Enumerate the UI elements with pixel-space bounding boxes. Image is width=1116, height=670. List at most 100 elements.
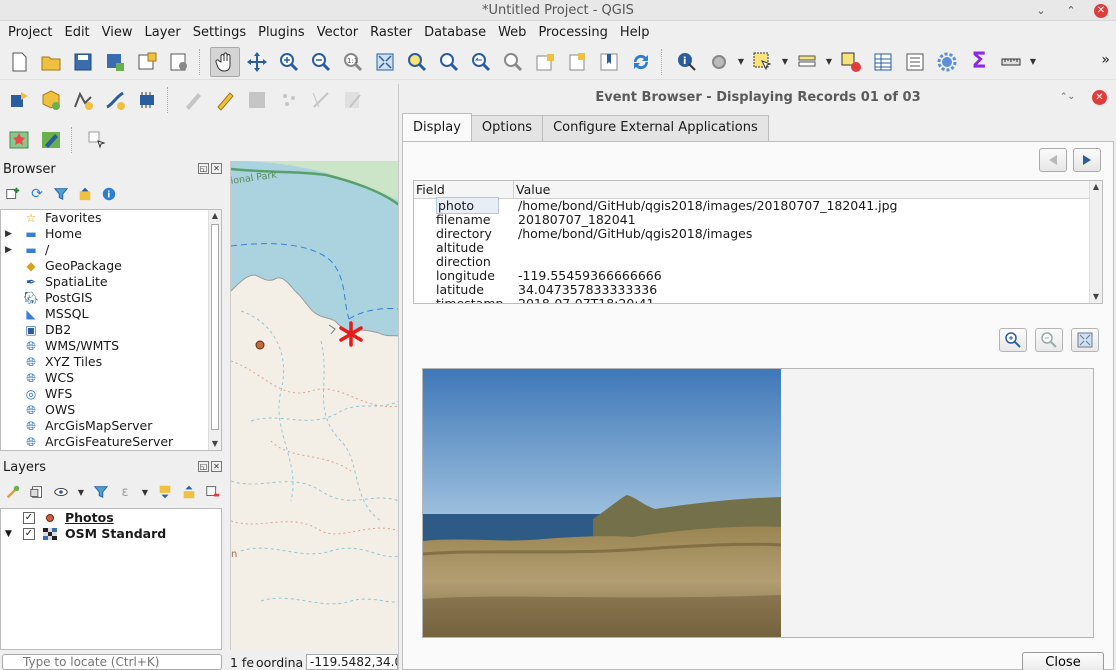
scroll-thumb[interactable]: [211, 224, 219, 430]
statistical-summary-icon[interactable]: Σ: [964, 47, 994, 77]
new-virtual-layer-icon[interactable]: [132, 85, 162, 115]
close-panel-icon[interactable]: ✕: [211, 461, 222, 472]
modify-attributes-icon[interactable]: [338, 85, 368, 115]
deselect-features-icon[interactable]: [836, 47, 866, 77]
restore-icon[interactable]: ⌃⌄: [1060, 84, 1075, 111]
tab-display[interactable]: Display: [402, 113, 472, 141]
browser-item-wfs[interactable]: ◎ WFS: [1, 386, 221, 402]
browser-item-arcgisfeatureserver[interactable]: 🌐︎ ArcGisFeatureServer: [1, 434, 221, 450]
save-layer-edits-icon[interactable]: [242, 85, 272, 115]
new-map-view-icon[interactable]: [530, 47, 560, 77]
layer-visibility-checkbox[interactable]: ✓: [23, 512, 35, 524]
next-record-button[interactable]: [1073, 148, 1101, 172]
browser-tree[interactable]: ☆ Favorites ▶ ▬ Home ▶ ▬ / ◆ GeoPackage ✒ SpatiaLit…: [0, 209, 222, 451]
remove-layer-icon[interactable]: [204, 483, 222, 501]
value-column-header[interactable]: Value: [514, 181, 1102, 198]
close-icon[interactable]: ✕: [1094, 3, 1108, 18]
filter-expression-icon[interactable]: ε: [116, 483, 134, 501]
layout-manager-icon[interactable]: [164, 47, 194, 77]
new-project-icon[interactable]: [4, 47, 34, 77]
table-row[interactable]: latitude 34.047357833333336: [414, 283, 1102, 297]
refresh-icon[interactable]: ⟳: [28, 185, 46, 203]
open-project-icon[interactable]: [36, 47, 66, 77]
zoom-in-icon[interactable]: [274, 47, 304, 77]
scroll-up-icon[interactable]: ▲: [209, 210, 221, 222]
zoom-last-icon[interactable]: [466, 47, 496, 77]
chevron-down-icon[interactable]: ▼: [140, 488, 150, 497]
evis-event-browser-icon[interactable]: [36, 125, 66, 155]
table-row[interactable]: photo/home/bond/GitHub/qgis2018/images/2…: [414, 197, 1102, 214]
select-by-value-icon[interactable]: [792, 47, 822, 77]
run-action-icon[interactable]: [704, 47, 734, 77]
chevron-down-icon[interactable]: ▼: [1028, 57, 1038, 66]
close-panel-icon[interactable]: ✕: [211, 163, 222, 174]
locator-search-input[interactable]: [2, 654, 222, 670]
zoom-next-icon[interactable]: [498, 47, 528, 77]
photo-viewer[interactable]: [422, 368, 1094, 638]
table-row[interactable]: filename 20180707_182041: [414, 213, 1102, 227]
table-row[interactable]: altitude: [414, 241, 1102, 255]
menu-edit[interactable]: Edit: [58, 23, 95, 43]
new-print-layout-icon[interactable]: [132, 47, 162, 77]
chevron-down-icon[interactable]: ▼: [736, 57, 746, 66]
attribute-table[interactable]: Field Value photo/home/bond/GitHub/qgis2…: [413, 180, 1103, 304]
attribute-table-icon[interactable]: [868, 47, 898, 77]
collapse-all-icon[interactable]: [76, 185, 94, 203]
table-row[interactable]: directory/home/bond/GitHub/qgis2018/imag…: [414, 227, 1102, 241]
table-scrollbar[interactable]: ▲ ▼: [1089, 181, 1102, 303]
maximize-icon[interactable]: ⌃: [1064, 4, 1078, 18]
collapse-all-icon[interactable]: [180, 483, 198, 501]
browser-item-wcs[interactable]: 🌐︎ WCS: [1, 370, 221, 386]
new-spatialite-layer-icon[interactable]: [100, 85, 130, 115]
menu-layer[interactable]: Layer: [139, 23, 187, 43]
data-source-manager-icon[interactable]: [4, 85, 34, 115]
toggle-editing-icon[interactable]: [210, 85, 240, 115]
manage-visibility-icon[interactable]: [52, 483, 70, 501]
menu-plugins[interactable]: Plugins: [252, 23, 311, 43]
select-features-icon[interactable]: [748, 47, 778, 77]
minimize-icon[interactable]: ⌄: [1034, 4, 1048, 18]
field-calculator-icon[interactable]: [900, 47, 930, 77]
browser-item-wms-wmts[interactable]: 🌐︎ WMS/WMTS: [1, 338, 221, 354]
new-geopackage-layer-icon[interactable]: [36, 85, 66, 115]
menu-project[interactable]: Project: [2, 23, 58, 43]
zoom-full-icon[interactable]: [370, 47, 400, 77]
close-button[interactable]: Close: [1022, 652, 1104, 670]
table-row[interactable]: longitude -119.55459366666666: [414, 269, 1102, 283]
toolbar-more-icon[interactable]: »: [1101, 52, 1110, 68]
identify-features-icon[interactable]: i: [672, 47, 702, 77]
menu-database[interactable]: Database: [418, 23, 492, 43]
zoom-out-button[interactable]: [1035, 328, 1063, 352]
browser-item-geopackage[interactable]: ◆ GeoPackage: [1, 258, 221, 274]
scroll-down-icon[interactable]: ▼: [1090, 291, 1102, 303]
show-bookmarks-icon[interactable]: [594, 47, 624, 77]
zoom-out-icon[interactable]: [306, 47, 336, 77]
float-panel-icon[interactable]: ◱: [198, 461, 209, 472]
save-project-icon[interactable]: [68, 47, 98, 77]
measure-line-icon[interactable]: [996, 47, 1026, 77]
browser-item-mssql[interactable]: ◣ MSSQL: [1, 306, 221, 322]
zoom-to-layer-icon[interactable]: [434, 47, 464, 77]
open-layer-styling-icon[interactable]: [4, 483, 22, 501]
coordinate-field[interactable]: -119.5482,34.0: [306, 654, 398, 670]
browser-item-home[interactable]: ▶ ▬ Home: [1, 226, 221, 242]
save-as-icon[interactable]: [100, 47, 130, 77]
chevron-down-icon[interactable]: ▼: [76, 488, 86, 497]
menu-processing[interactable]: Processing: [532, 23, 613, 43]
expand-arrow-icon[interactable]: ▶: [5, 226, 12, 242]
menu-view[interactable]: View: [96, 23, 139, 43]
new-shapefile-layer-icon[interactable]: [68, 85, 98, 115]
chevron-down-icon[interactable]: ▼: [780, 57, 790, 66]
browser-item-db2[interactable]: ▣ DB2: [1, 322, 221, 338]
pan-to-selection-icon[interactable]: [242, 47, 272, 77]
menu-web[interactable]: Web: [492, 23, 532, 43]
zoom-full-button[interactable]: [1071, 328, 1099, 352]
scroll-up-icon[interactable]: ▲: [1090, 181, 1102, 193]
map-canvas[interactable]: ional Park n: [230, 161, 398, 650]
add-selected-layers-icon[interactable]: [4, 185, 22, 203]
evis-event-id-icon[interactable]: [82, 125, 112, 155]
browser-item-ows[interactable]: 🌐︎ OWS: [1, 402, 221, 418]
browser-item-arcgismapserver[interactable]: 🌐︎ ArcGisMapServer: [1, 418, 221, 434]
float-panel-icon[interactable]: ◱: [198, 163, 209, 174]
browser-item-postgis[interactable]: 🐘︎ PostGIS: [1, 290, 221, 306]
